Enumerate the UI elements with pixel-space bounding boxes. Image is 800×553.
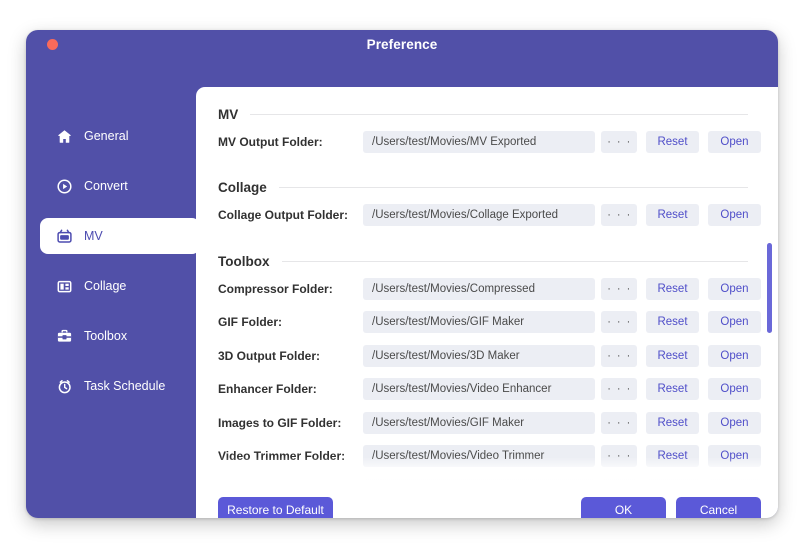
sidebar-item-general[interactable]: General xyxy=(40,118,200,154)
section-title: MV xyxy=(218,107,238,122)
browse-ellipsis-button[interactable]: · · · xyxy=(601,278,637,300)
browse-ellipsis-button[interactable]: · · · xyxy=(601,131,637,153)
folder-path-input[interactable]: /Users/test/Movies/Video Trimmer xyxy=(363,445,595,467)
folder-path-input[interactable]: /Users/test/Movies/3D Maker xyxy=(363,345,595,367)
sidebar-item-label: Convert xyxy=(84,179,128,193)
sidebar-item-toolbox[interactable]: Toolbox xyxy=(40,318,200,354)
setting-label: Images to GIF Folder: xyxy=(218,416,363,430)
setting-row: Enhancer Folder:/Users/test/Movies/Video… xyxy=(218,373,778,407)
folder-path-input[interactable]: /Users/test/Movies/Collage Exported xyxy=(363,204,595,226)
reset-button[interactable]: Reset xyxy=(646,131,699,153)
title-bar: Preference xyxy=(26,30,778,60)
setting-row: Collage Output Folder:/Users/test/Movies… xyxy=(218,199,778,233)
reset-button[interactable]: Reset xyxy=(646,378,699,400)
content-panel: MV MV Output Folder:/Users/test/Movies/MV… xyxy=(196,87,778,518)
folder-path-input[interactable]: /Users/test/Movies/Compressed xyxy=(363,278,595,300)
preference-window: Preference General Convert xyxy=(26,30,778,518)
section-divider xyxy=(282,261,749,262)
section-divider xyxy=(279,187,748,188)
folder-path-input[interactable]: /Users/test/Movies/Video Enhancer xyxy=(363,378,595,400)
setting-label: Video Trimmer Folder: xyxy=(218,449,363,463)
folder-path-input[interactable]: /Users/test/Movies/GIF Maker xyxy=(363,412,595,434)
browse-ellipsis-button[interactable]: · · · xyxy=(601,311,637,333)
settings-scroll-area[interactable]: MV MV Output Folder:/Users/test/Movies/MV… xyxy=(196,87,778,483)
setting-label: GIF Folder: xyxy=(218,315,363,329)
sidebar: General Convert MV xyxy=(26,60,186,518)
open-button[interactable]: Open xyxy=(708,204,761,226)
sidebar-item-label: Collage xyxy=(84,279,126,293)
setting-label: Enhancer Folder: xyxy=(218,382,363,396)
mv-icon xyxy=(56,228,73,245)
open-button[interactable]: Open xyxy=(708,445,761,467)
page-title: Preference xyxy=(26,37,778,52)
task-schedule-icon xyxy=(56,378,73,395)
reset-button[interactable]: Reset xyxy=(646,445,699,467)
setting-label: MV Output Folder: xyxy=(218,135,363,149)
reset-button[interactable]: Reset xyxy=(646,412,699,434)
sidebar-item-label: General xyxy=(84,129,128,143)
setting-row: GIF Folder:/Users/test/Movies/GIF Maker ·… xyxy=(218,306,778,340)
open-button[interactable]: Open xyxy=(708,412,761,434)
restore-to-default-button[interactable]: Restore to Default xyxy=(218,497,333,518)
collage-icon xyxy=(56,278,73,295)
setting-label: 3D Output Folder: xyxy=(218,349,363,363)
browse-ellipsis-button[interactable]: · · · xyxy=(601,345,637,367)
setting-row: Compressor Folder:/Users/test/Movies/Com… xyxy=(218,272,778,306)
open-button[interactable]: Open xyxy=(708,131,761,153)
browse-ellipsis-button[interactable]: · · · xyxy=(601,445,637,467)
convert-icon xyxy=(56,178,73,195)
browse-ellipsis-button[interactable]: · · · xyxy=(601,412,637,434)
footer-bar: Restore to Default OK Cancel xyxy=(196,483,778,518)
reset-button[interactable]: Reset xyxy=(646,278,699,300)
open-button[interactable]: Open xyxy=(708,311,761,333)
reset-button[interactable]: Reset xyxy=(646,204,699,226)
section-title: Collage xyxy=(218,180,267,195)
sidebar-item-label: Task Schedule xyxy=(84,379,165,393)
setting-row: MV Output Folder:/Users/test/Movies/MV E… xyxy=(218,125,778,159)
toolbox-icon xyxy=(56,328,73,345)
folder-path-input[interactable]: /Users/test/Movies/MV Exported xyxy=(363,131,595,153)
sidebar-item-collage[interactable]: Collage xyxy=(40,268,200,304)
open-button[interactable]: Open xyxy=(708,345,761,367)
scrollbar[interactable] xyxy=(767,87,772,483)
settings-list: MV MV Output Folder:/Users/test/Movies/MV… xyxy=(196,87,778,483)
setting-label: Compressor Folder: xyxy=(218,282,363,296)
section-header: Collage xyxy=(218,177,748,199)
screen: Preference General Convert xyxy=(0,0,800,553)
ok-button[interactable]: OK xyxy=(581,497,666,518)
section-header: MV xyxy=(218,103,748,125)
cancel-button[interactable]: Cancel xyxy=(676,497,761,518)
sidebar-item-label: MV xyxy=(84,229,103,243)
section-header: Toolbox xyxy=(218,250,748,272)
reset-button[interactable]: Reset xyxy=(646,311,699,333)
sidebar-item-label: Toolbox xyxy=(84,329,127,343)
home-icon xyxy=(56,128,73,145)
section-divider xyxy=(250,114,748,115)
sidebar-item-convert[interactable]: Convert xyxy=(40,168,200,204)
section-title: Toolbox xyxy=(218,254,270,269)
setting-label: Collage Output Folder: xyxy=(218,208,363,222)
sidebar-item-task-schedule[interactable]: Task Schedule xyxy=(40,368,200,404)
scrollbar-thumb[interactable] xyxy=(767,243,772,333)
open-button[interactable]: Open xyxy=(708,378,761,400)
open-button[interactable]: Open xyxy=(708,278,761,300)
browse-ellipsis-button[interactable]: · · · xyxy=(601,378,637,400)
reset-button[interactable]: Reset xyxy=(646,345,699,367)
browse-ellipsis-button[interactable]: · · · xyxy=(601,204,637,226)
setting-row: Images to GIF Folder:/Users/test/Movies/… xyxy=(218,406,778,440)
sidebar-item-mv[interactable]: MV xyxy=(40,218,200,254)
setting-row: Speed Controller Folder:/Users/test/Movi… xyxy=(218,473,778,483)
setting-row: Video Trimmer Folder:/Users/test/Movies/… xyxy=(218,440,778,474)
folder-path-input[interactable]: /Users/test/Movies/GIF Maker xyxy=(363,311,595,333)
setting-row: 3D Output Folder:/Users/test/Movies/3D M… xyxy=(218,339,778,373)
